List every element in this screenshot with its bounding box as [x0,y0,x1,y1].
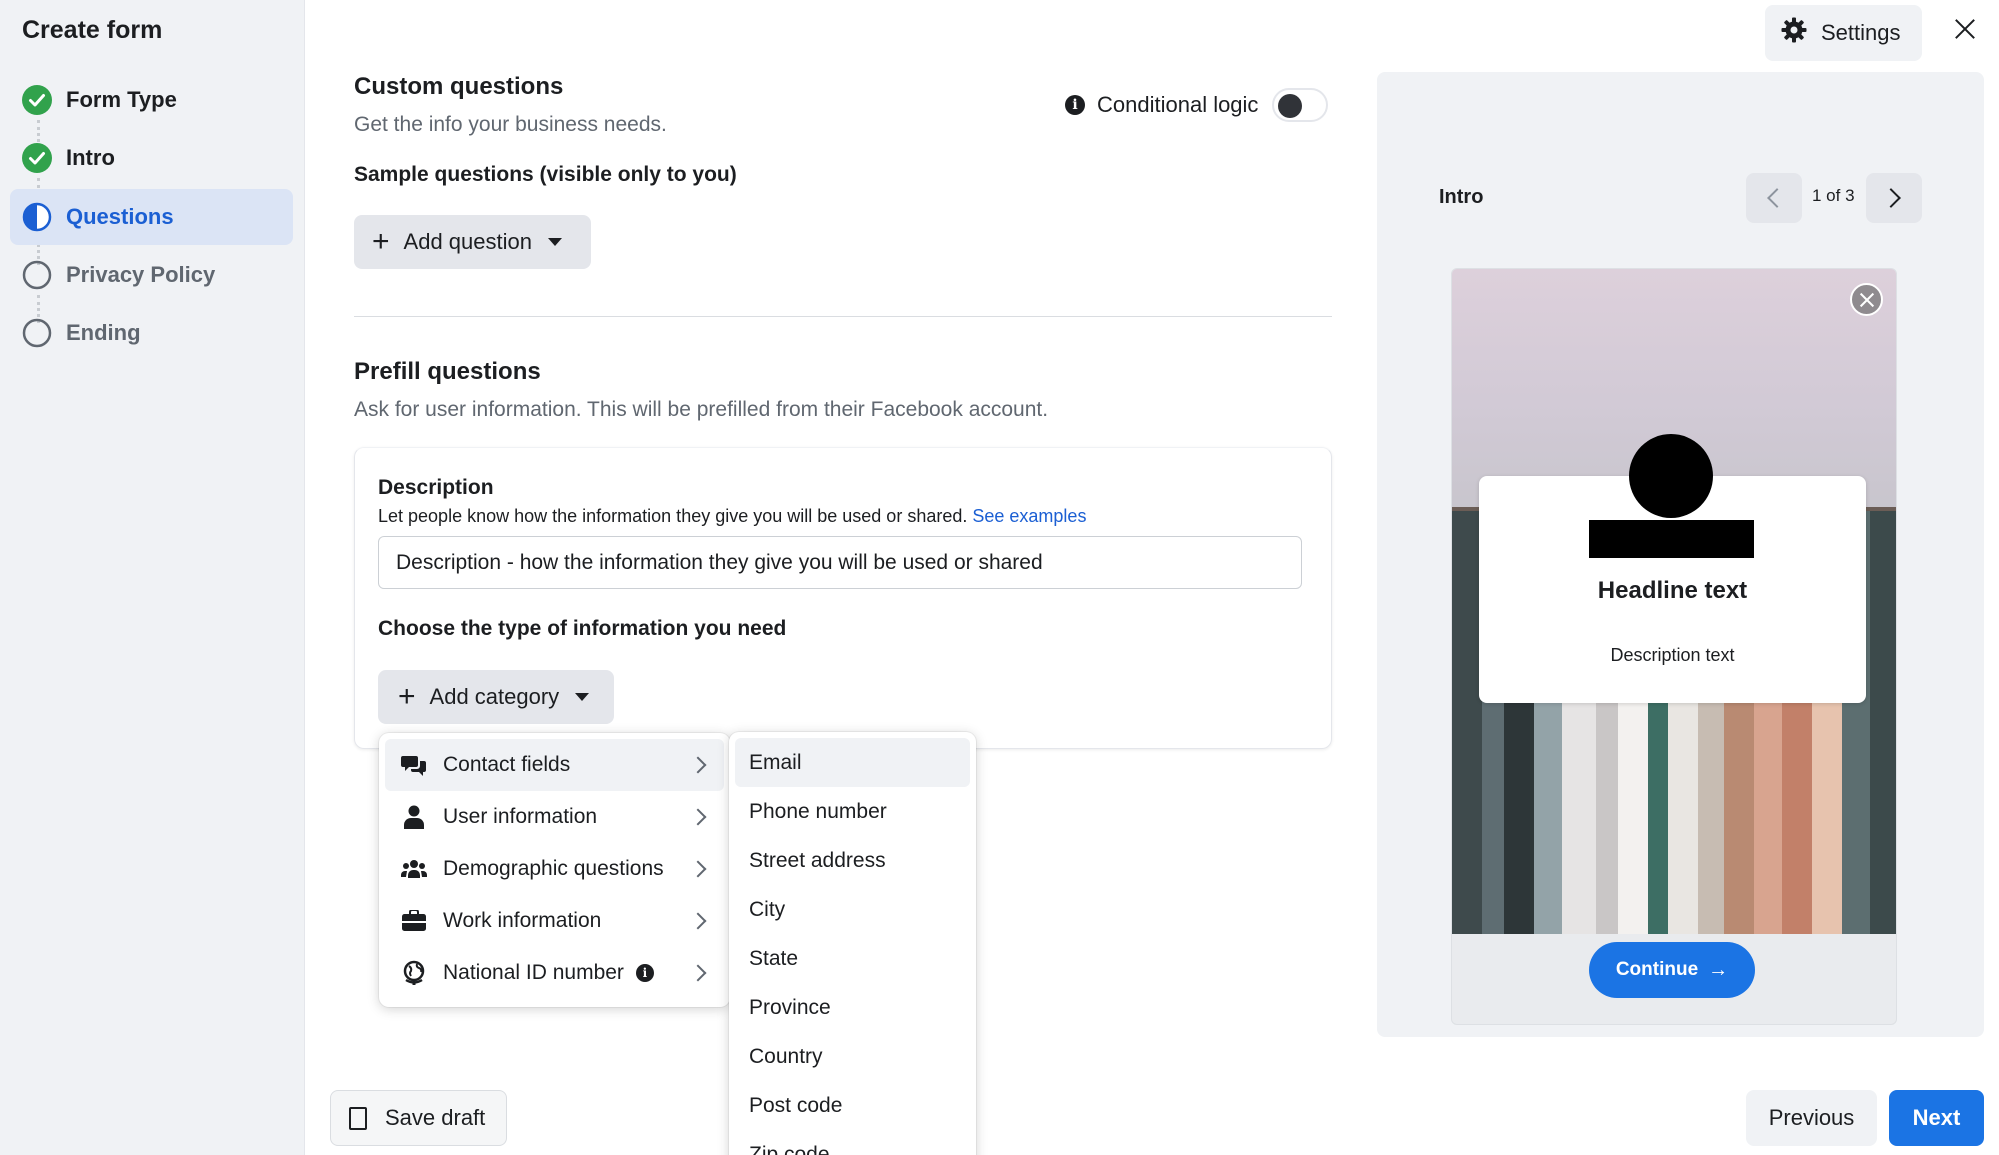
preview-next-button[interactable] [1866,173,1922,223]
preview-prev-button[interactable] [1746,173,1802,223]
chevron-right-icon [689,860,707,878]
chevron-right-icon [1881,188,1901,208]
toggle-knob [1278,94,1303,118]
document-icon [349,1106,367,1130]
menu-item-work-information[interactable]: Work information [385,895,724,947]
sidebar-step-label: Form Type [66,87,177,112]
submenu-item-zip-code[interactable]: Zip code [735,1130,970,1155]
sidebar-step-questions[interactable]: Questions [10,189,293,245]
preview-pager-text: 1 of 3 [1812,186,1855,205]
menu-item-label: Work information [443,909,602,932]
chevron-left-icon [1767,188,1787,208]
description-input[interactable]: Description - how the information they g… [378,536,1302,589]
add-category-button[interactable]: + Add category [378,670,614,724]
menu-item-label: Contact fields [443,753,571,776]
caret-down-icon [575,693,590,701]
plus-icon: + [398,680,416,713]
sidebar-step-label: Privacy Policy [66,262,216,287]
conditional-logic-label: Conditional logic [1097,92,1259,117]
menu-item-user-information[interactable]: User information [385,791,724,843]
description-hint: Let people know how the information they… [378,506,1086,527]
save-draft-button[interactable]: Save draft [330,1090,507,1146]
sidebar-step-ending[interactable]: Ending [10,305,293,361]
contact-fields-submenu: Email Phone number Street address City S… [729,732,976,1155]
sidebar-step-label: Intro [66,145,115,170]
chevron-right-icon [689,808,707,826]
briefcase-icon [401,908,427,934]
prefill-questions-title: Prefill questions [354,358,541,385]
menu-item-demographic-questions[interactable]: Demographic questions [385,843,724,895]
description-label: Description [378,476,494,499]
choose-info-type-label: Choose the type of information you need [378,617,787,640]
submenu-item-city[interactable]: City [735,885,970,934]
submenu-item-state[interactable]: State [735,934,970,983]
half-circle-progress-icon [22,202,52,232]
see-examples-link[interactable]: See examples [972,506,1086,526]
menu-item-contact-fields[interactable]: Contact fields [385,739,724,791]
add-category-label: Add category [429,684,560,709]
sidebar-step-label: Ending [66,320,141,345]
submenu-item-street-address[interactable]: Street address [735,836,970,885]
arrow-right-icon: → [1708,958,1729,981]
gear-icon [1781,17,1807,49]
custom-questions-subtitle: Get the info your business needs. [354,113,667,136]
empty-circle-icon [22,260,52,290]
globe-icon [401,960,427,986]
submenu-item-country[interactable]: Country [735,1032,970,1081]
conditional-logic-control: i Conditional logic [1065,88,1329,122]
sidebar-title: Create form [22,16,163,44]
next-button[interactable]: Next [1889,1090,1984,1146]
sidebar-step-privacy-policy[interactable]: Privacy Policy [10,247,293,303]
chat-bubbles-icon [401,752,427,778]
preview-close-icon[interactable] [1850,283,1883,316]
settings-button[interactable]: Settings [1765,5,1922,61]
checkmark-circle-icon [22,85,52,115]
conditional-logic-toggle[interactable] [1272,88,1329,122]
submenu-item-post-code[interactable]: Post code [735,1081,970,1130]
info-icon[interactable]: i [1065,95,1085,115]
preview-description: Description text [1610,645,1735,665]
menu-item-label: Demographic questions [443,857,664,880]
submenu-item-email[interactable]: Email [735,738,970,787]
sidebar-step-intro[interactable]: Intro [10,130,293,186]
info-icon[interactable]: i [635,964,654,982]
sidebar: Create form Form Type Intro Questions Pr… [0,0,305,1155]
previous-button[interactable]: Previous [1746,1090,1877,1146]
add-question-button[interactable]: + Add question [354,215,591,269]
description-hint-text: Let people know how the information they… [378,506,968,526]
redacted-bar [1589,520,1754,558]
avatar [1629,434,1713,518]
person-icon [401,804,427,830]
submenu-item-province[interactable]: Province [735,983,970,1032]
empty-circle-icon [22,318,52,348]
add-question-label: Add question [403,229,532,254]
chevron-right-icon [689,756,707,774]
menu-item-label: National ID number [443,961,624,984]
close-icon[interactable] [1950,14,1980,44]
custom-questions-title: Custom questions [354,73,564,100]
chevron-right-icon [689,964,707,982]
plus-icon: + [372,225,390,258]
settings-label: Settings [1821,20,1901,45]
sidebar-step-label: Questions [66,204,174,229]
continue-label: Continue [1615,959,1699,980]
menu-item-national-id-number[interactable]: National ID number i [385,947,724,999]
sample-questions-label: Sample questions (visible only to you) [354,163,737,186]
prefill-questions-subtitle: Ask for user information. This will be p… [354,398,1049,421]
section-divider [354,316,1332,317]
category-menu: Contact fields User information Demograp… [379,733,730,1007]
main-panel: Custom questions Get the info your busin… [305,0,1365,1155]
caret-down-icon [547,238,562,246]
submenu-item-phone-number[interactable]: Phone number [735,787,970,836]
people-group-icon [401,856,427,882]
save-draft-label: Save draft [385,1105,486,1130]
preview-headline: Headline text [1597,577,1748,604]
checkmark-circle-icon [22,143,52,173]
continue-button[interactable]: Continue → [1589,942,1755,998]
chevron-right-icon [689,912,707,930]
sidebar-step-form-type[interactable]: Form Type [10,72,293,128]
menu-item-label: User information [443,805,598,828]
preview-title: Intro [1439,186,1484,208]
menu-item-label-wrap: National ID number i [443,961,692,985]
